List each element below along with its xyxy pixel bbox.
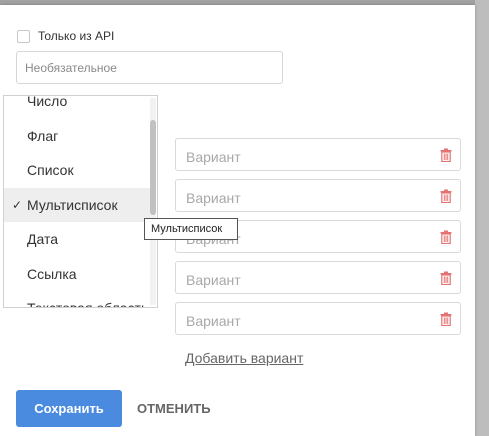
- type-option-date[interactable]: Дата: [4, 222, 151, 257]
- type-option-link[interactable]: Ссылка: [4, 257, 151, 292]
- dropdown-scrollbar[interactable]: [150, 98, 156, 305]
- option-label: Флаг: [27, 127, 59, 144]
- option-label: Текстовая область: [27, 300, 149, 308]
- type-option-number[interactable]: Число: [4, 95, 151, 119]
- variant-input[interactable]: [184, 311, 428, 331]
- field-type-dropdown[interactable]: Число Флаг Список ✓ Мультисписок Дата Сс…: [3, 95, 158, 308]
- field-type-list: Число Флаг Список ✓ Мультисписок Дата Сс…: [4, 95, 151, 308]
- save-button[interactable]: Сохранить: [16, 390, 122, 427]
- variant-input[interactable]: [184, 270, 428, 290]
- variant-field: [175, 138, 461, 171]
- variant-input[interactable]: [184, 188, 428, 208]
- tooltip: Мультисписок: [144, 218, 238, 240]
- trash-icon[interactable]: [440, 230, 452, 244]
- option-label: Мультисписок: [27, 196, 118, 213]
- add-variant-link[interactable]: Добавить вариант: [185, 350, 303, 366]
- type-option-textarea[interactable]: Текстовая область: [4, 291, 151, 308]
- cancel-button[interactable]: ОТМЕНИТЬ: [137, 390, 211, 427]
- checkmark-icon: ✓: [12, 197, 23, 212]
- option-label: Число: [27, 95, 68, 109]
- trash-icon[interactable]: [440, 189, 452, 203]
- variant-field: [175, 179, 461, 212]
- option-label: Список: [27, 162, 74, 178]
- option-label: Ссылка: [27, 265, 77, 282]
- dropdown-scrollbar-thumb[interactable]: [150, 120, 156, 215]
- trash-icon[interactable]: [440, 271, 452, 285]
- variant-field: [175, 261, 461, 294]
- page-scrollbar[interactable]: [475, 0, 489, 436]
- option-label: Дата: [27, 231, 59, 247]
- api-only-checkbox[interactable]: [17, 29, 30, 43]
- type-option-multilist[interactable]: ✓ Мультисписок: [4, 187, 151, 222]
- api-only-option[interactable]: Только из API: [17, 29, 114, 43]
- description-input[interactable]: [16, 51, 283, 84]
- variant-input[interactable]: [184, 147, 428, 167]
- trash-icon[interactable]: [440, 148, 452, 162]
- type-option-list[interactable]: Список: [4, 153, 151, 188]
- trash-icon[interactable]: [440, 312, 452, 326]
- type-option-flag[interactable]: Флаг: [4, 119, 151, 154]
- api-only-label: Только из API: [38, 29, 115, 43]
- variant-field: [175, 302, 461, 335]
